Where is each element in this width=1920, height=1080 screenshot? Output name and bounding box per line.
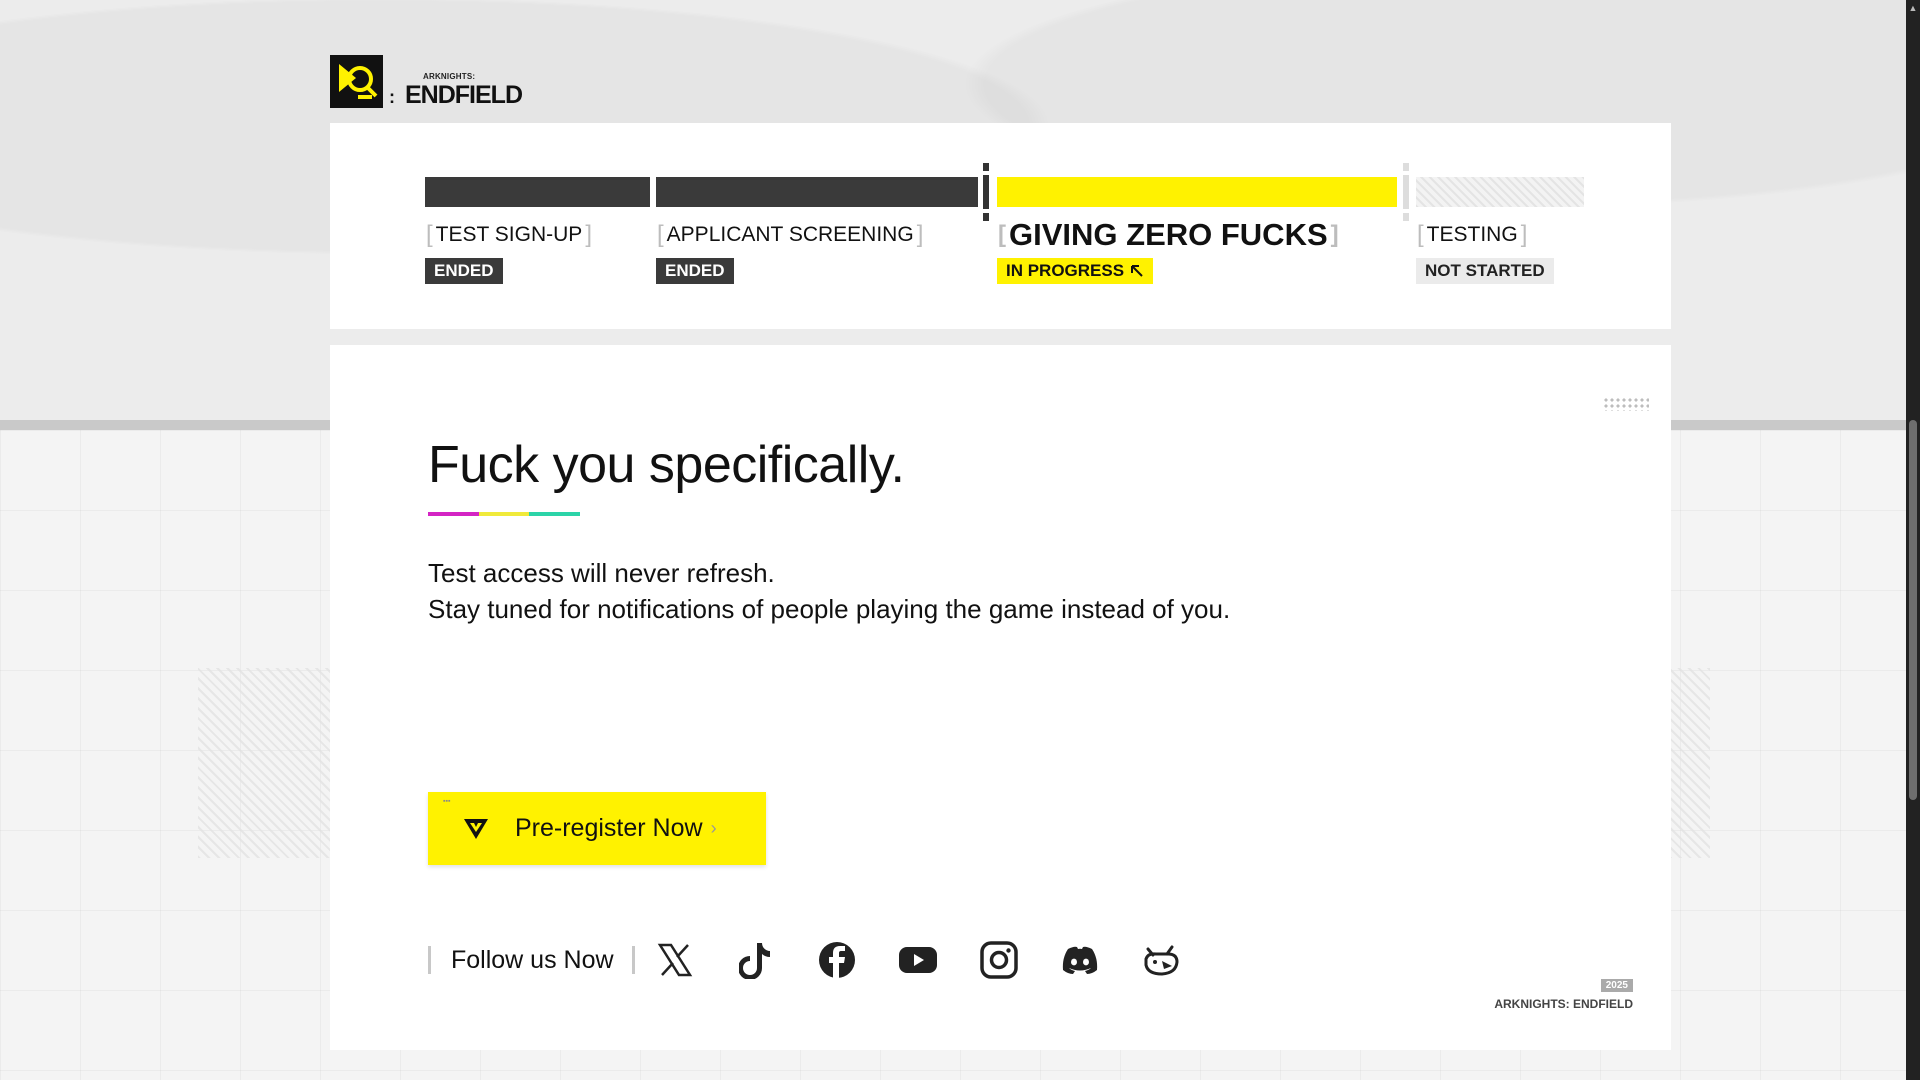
status-badge-applicant-screening: ENDED bbox=[656, 258, 734, 284]
pre-register-label: Pre-register Now bbox=[515, 814, 703, 842]
follow-section: Follow us Now bbox=[428, 935, 1181, 985]
social-links bbox=[655, 940, 1181, 980]
stage-bar-test-signup bbox=[425, 177, 650, 207]
pre-register-button[interactable]: ▪▪▪ Pre-register Now › bbox=[428, 792, 766, 865]
copyright: 2025 ARKNIGHTS: ENDFIELD bbox=[1494, 975, 1633, 1011]
title-underline bbox=[428, 512, 581, 516]
follow-divider-right bbox=[631, 946, 635, 974]
description-line-1: Test access will never refresh. bbox=[428, 558, 775, 588]
youtube-icon[interactable] bbox=[898, 940, 938, 980]
stage-title-test-signup: [TEST SIGN-UP] bbox=[426, 221, 592, 248]
stage-title-testing: [TESTING] bbox=[1417, 221, 1528, 248]
description: Test access will never refresh. Stay tun… bbox=[428, 555, 1230, 627]
progress-marker-next bbox=[1403, 163, 1409, 221]
status-badge-giving-zero: IN PROGRESS bbox=[997, 258, 1154, 284]
logo[interactable]: : ARKNIGHTS: ENDFIELD bbox=[330, 54, 523, 109]
x-icon[interactable] bbox=[655, 940, 695, 980]
follow-divider-left bbox=[428, 946, 431, 974]
status-badge-test-signup: ENDED bbox=[425, 258, 503, 284]
progress-card: [TEST SIGN-UP] ENDED [APPLICANT SCREENIN… bbox=[330, 123, 1671, 329]
page-title: Fuck you specifically. bbox=[428, 436, 905, 494]
instagram-icon[interactable] bbox=[979, 940, 1019, 980]
stage-bar-testing bbox=[1416, 177, 1584, 207]
endfield-logo-icon bbox=[330, 55, 383, 108]
status-badge-testing: NOT STARTED bbox=[1416, 258, 1554, 284]
endfield-triangle-icon bbox=[464, 818, 488, 839]
decorative-dots-icon bbox=[1603, 397, 1649, 411]
stage-title-applicant-screening: [APPLICANT SCREENING] bbox=[657, 221, 924, 248]
chevron-right-icon: › bbox=[710, 818, 717, 838]
scrollbar[interactable]: ▲ bbox=[1906, 0, 1920, 1080]
background-hatch-left bbox=[198, 668, 348, 858]
stage-bar-applicant-screening bbox=[656, 177, 978, 207]
facebook-icon[interactable] bbox=[817, 940, 857, 980]
button-corner-mark: ▪▪▪ bbox=[443, 798, 451, 805]
copyright-name: ARKNIGHTS: ENDFIELD bbox=[1494, 997, 1633, 1011]
progress-marker-current bbox=[983, 163, 989, 221]
bilibili-icon[interactable] bbox=[1141, 940, 1181, 980]
tiktok-icon[interactable] bbox=[736, 940, 776, 980]
scroll-thumb[interactable] bbox=[1909, 420, 1917, 800]
stage-title-giving-zero: [GIVING ZERO FUCKS] bbox=[998, 217, 1339, 252]
scroll-up-arrow-icon[interactable]: ▲ bbox=[1906, 2, 1920, 14]
follow-label: Follow us Now bbox=[451, 945, 614, 974]
discord-icon[interactable] bbox=[1060, 940, 1100, 980]
main-card: Fuck you specifically. Test access will … bbox=[330, 345, 1671, 1050]
arrow-up-left-icon bbox=[1131, 265, 1143, 277]
logo-colon: : bbox=[389, 87, 395, 107]
description-line-2: Stay tuned for notifications of people p… bbox=[428, 594, 1231, 624]
stage-bar-giving-zero bbox=[997, 177, 1397, 207]
logo-small-text: ARKNIGHTS: bbox=[423, 72, 476, 81]
copyright-year: 2025 bbox=[1600, 979, 1633, 992]
logo-big-text: ENDFIELD bbox=[405, 81, 523, 109]
